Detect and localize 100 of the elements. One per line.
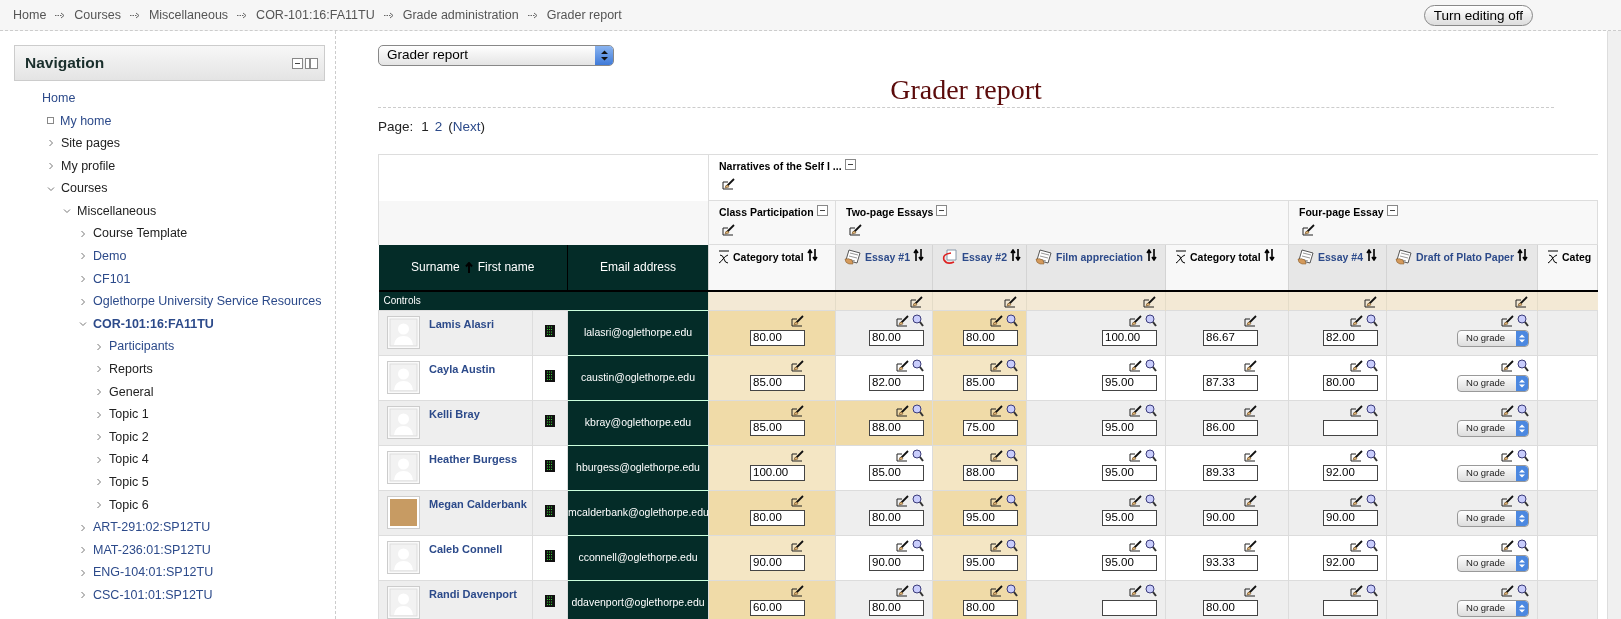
student-name-link[interactable]: Caleb Connell — [429, 541, 503, 558]
grade-field[interactable]: 100.00 — [1102, 330, 1157, 346]
edit-icon[interactable] — [1350, 314, 1364, 327]
search-icon[interactable] — [912, 539, 924, 552]
search-icon[interactable] — [1517, 359, 1529, 372]
search-icon[interactable] — [1517, 449, 1529, 462]
edit-icon[interactable] — [1244, 539, 1258, 552]
column-title[interactable]: Essay #1 — [865, 250, 910, 266]
edit-icon[interactable] — [896, 539, 910, 552]
grid-icon[interactable] — [545, 324, 555, 337]
grade-field[interactable]: 95.00 — [1102, 465, 1157, 481]
edit-icon[interactable] — [1129, 584, 1143, 597]
grade-select[interactable]: No grade — [1457, 600, 1529, 617]
grade-field[interactable]: 86.00 — [1203, 420, 1258, 436]
grade-field[interactable]: 80.00 — [963, 600, 1018, 616]
select-arrows-icon[interactable] — [1519, 334, 1525, 343]
next-link[interactable]: Next — [452, 116, 481, 138]
edit-icon[interactable] — [791, 449, 805, 462]
turn-editing-off-button[interactable]: Turn editing off — [1423, 4, 1533, 26]
search-icon[interactable] — [1145, 584, 1157, 597]
edit-icon[interactable] — [1244, 404, 1258, 417]
search-icon[interactable] — [1006, 404, 1018, 417]
grade-field[interactable]: 92.00 — [1323, 555, 1378, 571]
nav-link[interactable]: Miscellaneous — [77, 201, 157, 221]
grid-icon[interactable] — [545, 414, 555, 427]
select-arrows-icon[interactable] — [600, 50, 608, 61]
nav-link[interactable]: ENG-104:01:SP12TU — [93, 563, 214, 583]
grade-field[interactable]: 95.00 — [1102, 420, 1157, 436]
edit-icon[interactable] — [1244, 359, 1258, 372]
edit-icon[interactable] — [990, 539, 1004, 552]
edit-icon[interactable] — [1501, 449, 1515, 462]
grade-field[interactable]: 95.00 — [1102, 375, 1157, 391]
edit-icon[interactable] — [1350, 404, 1364, 417]
grade-field[interactable]: 85.00 — [750, 375, 805, 391]
search-icon[interactable] — [1366, 359, 1378, 372]
edit-icon[interactable] — [990, 314, 1004, 327]
breadcrumb-link[interactable]: Courses — [74, 5, 121, 25]
grade-field[interactable]: 95.00 — [1102, 510, 1157, 526]
grade-field[interactable]: 85.00 — [869, 465, 924, 481]
column-title[interactable]: Category total — [1190, 250, 1261, 266]
student-name-link[interactable]: Heather Burgess — [429, 451, 518, 468]
edit-icon[interactable] — [1501, 359, 1515, 372]
search-icon[interactable] — [1006, 449, 1018, 462]
column-title[interactable]: Film appreciation — [1056, 250, 1143, 266]
column-title[interactable]: Categ — [1562, 250, 1592, 266]
nav-link[interactable]: COR-101:16:FA11TU — [93, 314, 214, 334]
grade-select[interactable]: No grade — [1457, 420, 1529, 437]
search-icon[interactable] — [1366, 494, 1378, 507]
grade-field[interactable]: 80.00 — [869, 600, 924, 616]
grid-icon[interactable] — [545, 504, 555, 517]
grade-field[interactable]: 60.00 — [750, 600, 805, 616]
search-icon[interactable] — [1145, 314, 1157, 327]
grade-field[interactable]: 88.00 — [869, 420, 924, 436]
grade-field[interactable]: 86.67 — [1203, 330, 1258, 346]
grade-field[interactable]: 88.00 — [963, 465, 1018, 481]
column-title[interactable]: Category total — [733, 250, 804, 266]
search-icon[interactable] — [1366, 539, 1378, 552]
grade-field[interactable]: 90.00 — [750, 555, 805, 571]
nav-link[interactable]: Courses — [61, 179, 108, 199]
breadcrumb-link[interactable]: Home — [13, 5, 47, 25]
nav-link[interactable]: General — [109, 382, 154, 402]
grid-icon[interactable] — [545, 549, 555, 562]
column-title[interactable]: Draft of Plato Paper — [1416, 250, 1515, 266]
edit-icon[interactable] — [1364, 294, 1378, 308]
edit-icon[interactable] — [990, 359, 1004, 372]
edit-icon[interactable] — [910, 294, 924, 308]
nav-link[interactable]: Demo — [93, 247, 127, 266]
grade-field[interactable]: 87.33 — [1203, 375, 1258, 391]
page-link[interactable]: 1 — [421, 116, 429, 138]
collapse-icon[interactable] — [292, 57, 303, 69]
edit-icon[interactable] — [1004, 294, 1018, 308]
search-icon[interactable] — [1366, 449, 1378, 462]
search-icon[interactable] — [1006, 539, 1018, 552]
grade-select[interactable]: No grade — [1457, 330, 1529, 347]
edit-icon[interactable] — [1501, 539, 1515, 552]
student-name-link[interactable]: Cayla Austin — [429, 361, 496, 378]
nav-link[interactable]: Topic 1 — [109, 405, 149, 424]
nav-link[interactable]: ART-291:02:SP12TU — [93, 518, 211, 537]
search-icon[interactable] — [1145, 449, 1157, 462]
sort-icon[interactable] — [1263, 249, 1275, 261]
grade-field[interactable]: 80.00 — [750, 330, 805, 346]
search-icon[interactable] — [1517, 494, 1529, 507]
grade-field[interactable] — [1102, 600, 1157, 616]
search-icon[interactable] — [1006, 584, 1018, 597]
breadcrumb-link[interactable]: Grader report — [546, 5, 622, 25]
edit-icon[interactable] — [990, 449, 1004, 462]
edit-icon[interactable] — [1129, 359, 1143, 372]
edit-icon[interactable] — [1350, 359, 1364, 372]
nav-link[interactable]: CSC-101:01:SP12TU — [93, 586, 213, 605]
edit-icon[interactable] — [1302, 223, 1316, 237]
nav-link[interactable]: My home — [60, 111, 112, 131]
grade-field[interactable]: 82.00 — [869, 375, 924, 391]
grade-field[interactable]: 80.00 — [750, 510, 805, 526]
search-icon[interactable] — [1145, 539, 1157, 552]
search-icon[interactable] — [1366, 314, 1378, 327]
sort-icon[interactable] — [1517, 249, 1529, 261]
sort-icon[interactable] — [1366, 249, 1377, 261]
edit-icon[interactable] — [896, 404, 910, 417]
edit-icon[interactable] — [791, 539, 805, 552]
search-icon[interactable] — [1517, 584, 1529, 597]
